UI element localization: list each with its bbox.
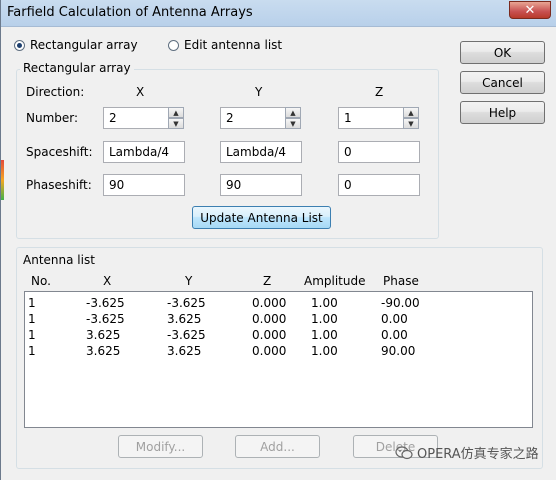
cell-phase: 90.00 <box>381 344 416 358</box>
spaceshift-z-input[interactable] <box>338 141 420 163</box>
cell-no: 1 <box>28 312 36 326</box>
column-header-x: X <box>103 274 112 288</box>
cell-amplitude: 1.00 <box>311 328 338 342</box>
antenna-list-group-title: Antenna list <box>20 253 98 267</box>
phaseshift-z-input[interactable] <box>338 174 420 196</box>
x-column-label: X <box>136 85 145 99</box>
cell-amplitude: 1.00 <box>311 296 338 310</box>
z-column-label: Z <box>375 85 384 99</box>
cell-no: 1 <box>28 344 36 358</box>
number-z-spinner[interactable]: ▲ ▼ <box>403 107 419 129</box>
direction-label: Direction: <box>26 85 85 99</box>
add-button[interactable]: Add... <box>235 435 320 458</box>
number-y-spinner[interactable]: ▲ ▼ <box>285 107 301 129</box>
radio-edit-antenna-list[interactable]: Edit antenna list <box>168 38 282 52</box>
cell-x: -3.625 <box>86 296 125 310</box>
radio-rectangular-array[interactable]: Rectangular array <box>14 38 138 52</box>
number-y-input[interactable] <box>220 107 286 129</box>
title-bar: Farfield Calculation of Antenna Arrays ✕ <box>1 0 556 27</box>
list-item[interactable]: 1 3.625 3.625 0.000 1.00 90.00 <box>25 344 532 360</box>
cell-z: 0.000 <box>252 296 287 310</box>
phaseshift-y-input[interactable] <box>220 174 302 196</box>
spin-up-icon[interactable]: ▲ <box>403 107 419 118</box>
number-label: Number: <box>26 111 79 125</box>
rectangular-array-group-title: Rectangular array <box>20 61 134 75</box>
close-button[interactable]: ✕ <box>509 1 551 19</box>
y-column-label: Y <box>255 85 263 99</box>
spin-down-icon[interactable]: ▼ <box>285 118 301 129</box>
list-item[interactable]: 1 -3.625 -3.625 0.000 1.00 -90.00 <box>25 296 532 312</box>
cancel-button[interactable]: Cancel <box>460 71 545 94</box>
modify-button[interactable]: Modify... <box>118 435 203 458</box>
phaseshift-x-input[interactable] <box>103 174 185 196</box>
cell-no: 1 <box>28 328 36 342</box>
watermark-text: OPERA仿真专家之路 <box>417 447 539 462</box>
cell-z: 0.000 <box>252 344 287 358</box>
cell-no: 1 <box>28 296 36 310</box>
cell-x: 3.625 <box>86 328 121 342</box>
spin-up-icon[interactable]: ▲ <box>168 107 184 118</box>
update-antenna-list-button[interactable]: Update Antenna List <box>192 206 331 229</box>
cell-x: -3.625 <box>86 312 125 326</box>
cell-y: -3.625 <box>167 328 206 342</box>
phaseshift-label: Phaseshift: <box>26 178 92 192</box>
cell-x: 3.625 <box>86 344 121 358</box>
radio-indicator[interactable] <box>168 39 179 51</box>
watermark: OPERA仿真专家之路 <box>395 443 539 462</box>
column-header-z: Z <box>263 274 272 288</box>
spin-down-icon[interactable]: ▼ <box>168 118 184 129</box>
column-header-phase: Phase <box>383 274 419 288</box>
cell-y: 3.625 <box>167 344 202 358</box>
radio-rectangular-array-label: Rectangular array <box>30 38 138 52</box>
column-header-y: Y <box>185 274 193 288</box>
number-x-input[interactable] <box>103 107 169 129</box>
cell-z: 0.000 <box>252 328 287 342</box>
background-strip <box>1 160 4 200</box>
cell-phase: -90.00 <box>381 296 420 310</box>
cell-amplitude: 1.00 <box>311 312 338 326</box>
window-title: Farfield Calculation of Antenna Arrays <box>7 5 253 20</box>
cell-phase: 0.00 <box>381 312 408 326</box>
close-icon: ✕ <box>524 2 536 18</box>
radio-indicator-selected[interactable] <box>14 39 25 51</box>
spaceshift-label: Spaceshift: <box>26 145 93 159</box>
list-item[interactable]: 1 -3.625 3.625 0.000 1.00 0.00 <box>25 312 532 328</box>
spin-down-icon[interactable]: ▼ <box>403 118 419 129</box>
list-item[interactable]: 1 3.625 -3.625 0.000 1.00 0.00 <box>25 328 532 344</box>
spin-up-icon[interactable]: ▲ <box>285 107 301 118</box>
cell-z: 0.000 <box>252 312 287 326</box>
ok-button[interactable]: OK <box>460 41 545 64</box>
cell-amplitude: 1.00 <box>311 344 338 358</box>
dialog-window: Farfield Calculation of Antenna Arrays ✕… <box>0 0 556 480</box>
cell-phase: 0.00 <box>381 328 408 342</box>
cell-y: 3.625 <box>167 312 202 326</box>
spaceshift-y-input[interactable] <box>220 141 302 163</box>
antenna-list-box[interactable]: 1 -3.625 -3.625 0.000 1.00 -90.00 1 -3.6… <box>24 291 533 428</box>
cell-y: -3.625 <box>167 296 206 310</box>
wechat-icon <box>395 445 413 459</box>
column-header-amplitude: Amplitude <box>304 274 366 288</box>
help-button[interactable]: Help <box>460 101 545 124</box>
number-z-input[interactable] <box>338 107 404 129</box>
number-x-spinner[interactable]: ▲ ▼ <box>168 107 184 129</box>
spaceshift-x-input[interactable] <box>103 141 185 163</box>
column-header-no: No. <box>31 274 51 288</box>
radio-edit-antenna-list-label: Edit antenna list <box>184 38 283 52</box>
